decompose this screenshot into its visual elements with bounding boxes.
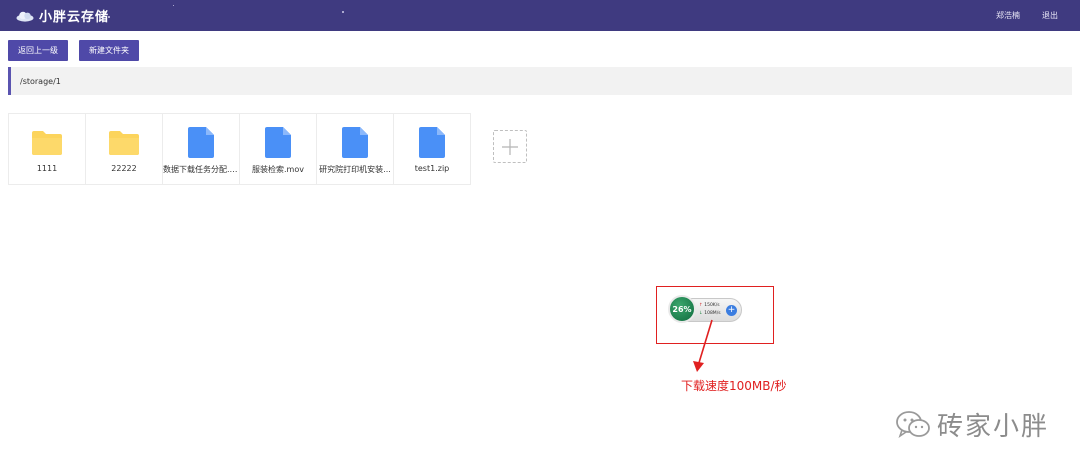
file-icon (188, 127, 214, 158)
logout-link[interactable]: 退出 (1042, 10, 1058, 21)
new-folder-button[interactable]: 新建文件夹 (79, 40, 139, 61)
file-name: 服装检索.mov (252, 165, 304, 174)
user-nav: 郑浩楠 退出 (996, 0, 1058, 31)
rate-readout: ↑ 150K/s ↓ 108M/s (699, 302, 721, 318)
file-name: 1111 (36, 164, 58, 173)
current-path: /storage/1 (20, 76, 61, 86)
file-item[interactable]: test1.zip (393, 113, 471, 185)
file-item[interactable]: 数据下载任务分配.zip (162, 113, 240, 185)
decorative-star (173, 5, 174, 6)
top-navbar: 小胖云存储 郑浩楠 退出 (0, 0, 1080, 31)
decorative-star (342, 11, 344, 13)
file-icon (419, 127, 445, 158)
watermark-text: 砖家小胖 (937, 412, 1050, 442)
file-grid: 1111 22222 数据下载任务分配.zip 服装检索.mov 研究院打印机安… (8, 113, 471, 185)
wechat-icon (896, 410, 930, 438)
download-rate: 108M/s (704, 311, 721, 316)
file-name: 22222 (111, 164, 137, 173)
breadcrumb: /storage/1 (8, 67, 1072, 95)
annotation-caption: 下载速度100MB/秒 (681, 379, 787, 393)
back-button[interactable]: 返回上一级 (8, 40, 68, 61)
user-name-link[interactable]: 郑浩楠 (996, 10, 1020, 21)
file-name: 数据下载任务分配.zip (163, 165, 239, 174)
file-icon (342, 127, 368, 158)
app-logo[interactable]: 小胖云存储 (16, 6, 109, 25)
percent-value: 26% (672, 304, 692, 314)
upload-button[interactable] (493, 130, 527, 163)
app-title: 小胖云存储 (39, 10, 110, 25)
file-name: 研究院打印机安装... (319, 165, 391, 174)
file-icon (265, 127, 291, 158)
folder-icon (109, 130, 139, 155)
folder-icon (32, 130, 62, 155)
upload-arrow-icon: ↑ (699, 303, 703, 308)
plus-icon (502, 138, 518, 155)
decorative-star (108, 16, 110, 18)
annotation-arrow-icon (693, 319, 713, 372)
file-name: test1.zip (414, 164, 450, 173)
upload-rate: 150K/s (704, 303, 720, 308)
toolbar: 返回上一级 新建文件夹 (8, 40, 139, 61)
cloud-icon (16, 11, 34, 22)
watermark: 砖家小胖 (895, 406, 1049, 443)
file-item[interactable]: 研究院打印机安装... (316, 113, 394, 185)
file-item[interactable]: 服装检索.mov (239, 113, 317, 185)
folder-item[interactable]: 22222 (85, 113, 163, 185)
expand-plus-icon[interactable]: + (726, 305, 737, 316)
download-arrow-icon: ↓ (699, 311, 703, 316)
folder-item[interactable]: 1111 (8, 113, 86, 185)
